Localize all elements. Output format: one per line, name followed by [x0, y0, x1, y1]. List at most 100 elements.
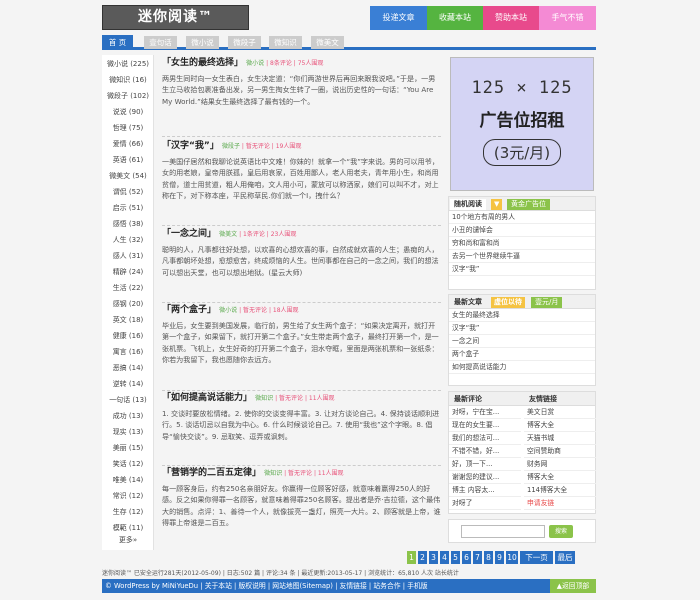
- next-page-button[interactable]: 下一页: [520, 551, 553, 564]
- nav-one-sentence[interactable]: 壹句话: [144, 36, 177, 49]
- list-item[interactable]: 10个地方有周的男人: [449, 211, 595, 224]
- page-link[interactable]: 6: [462, 551, 471, 564]
- site-logo[interactable]: 迷你阅读™: [102, 5, 249, 30]
- tab-gold-ad[interactable]: 黄金广告位: [507, 199, 550, 210]
- category-link[interactable]: 微段子 (102): [102, 91, 154, 101]
- category-link[interactable]: 感钢 (20): [102, 299, 154, 309]
- back-to-top-button[interactable]: ▲返回顶部: [550, 579, 596, 593]
- comment-item[interactable]: 博主 内容太...: [449, 484, 521, 497]
- list-item[interactable]: 如何提高说话能力: [449, 361, 595, 374]
- post-title[interactable]: 「两个盒子」 微小说 | 暂无评论 | 18人围观: [162, 304, 441, 317]
- page-link[interactable]: 7: [473, 551, 482, 564]
- category-link[interactable]: 精辟 (24): [102, 267, 154, 277]
- post-title[interactable]: 「如何提高说话能力」 微知识 | 暂无评论 | 11人围观: [162, 392, 441, 405]
- category-link[interactable]: 感悟 (38): [102, 219, 154, 229]
- page-link[interactable]: 2: [418, 551, 427, 564]
- page-link-current[interactable]: 1: [407, 551, 416, 564]
- post-title[interactable]: 「汉字“我”」 微段子 | 暂无评论 | 19人围观: [162, 140, 441, 153]
- nav-micro-prose[interactable]: 微美文: [311, 36, 344, 49]
- category-link[interactable]: 现实 (13): [102, 427, 154, 437]
- post-title[interactable]: 「营销学的二百五定律」 微知识 | 暂无评论 | 11人围观: [162, 467, 441, 480]
- category-link[interactable]: 常识 (12): [102, 491, 154, 501]
- category-link[interactable]: 寓言 (16): [102, 347, 154, 357]
- post-comments[interactable]: 暂无评论: [279, 395, 303, 402]
- comment-item[interactable]: 现在的女生要...: [449, 419, 521, 432]
- page-link[interactable]: 5: [451, 551, 460, 564]
- page-link[interactable]: 3: [429, 551, 438, 564]
- comment-item[interactable]: 对呀了: [449, 497, 521, 510]
- category-link[interactable]: 爱情 (66): [102, 139, 154, 149]
- post-comments[interactable]: 暂无评论: [243, 307, 267, 314]
- list-item[interactable]: 女生的最终选择: [449, 309, 595, 322]
- search-button[interactable]: 搜索: [549, 525, 573, 538]
- category-link[interactable]: 一句话 (13): [102, 395, 154, 405]
- post-category[interactable]: 微知识: [255, 395, 273, 402]
- category-link[interactable]: 健康 (16): [102, 331, 154, 341]
- category-link[interactable]: 成功 (13): [102, 411, 154, 421]
- post-comments[interactable]: 暂无评论: [246, 143, 270, 150]
- category-link[interactable]: 微小说 (225): [102, 59, 154, 69]
- ad-banner[interactable]: 125 × 125 广告位招租 (3元/月): [450, 57, 594, 191]
- footer-links[interactable]: © WordPress by MiNiYueDu | 关于本站 | 版权说明 |…: [105, 582, 428, 590]
- list-item[interactable]: 去另一个世界继续牛逼: [449, 250, 595, 263]
- comment-item[interactable]: 好，顶一下...: [449, 458, 521, 471]
- category-link[interactable]: 恶搞 (14): [102, 363, 154, 373]
- post-category[interactable]: 微美文: [219, 231, 237, 238]
- more-categories-link[interactable]: 更多»: [102, 535, 154, 545]
- list-item[interactable]: 一念之间: [449, 335, 595, 348]
- category-link[interactable]: 英文 (18): [102, 315, 154, 325]
- category-link[interactable]: 感人 (31): [102, 251, 154, 261]
- category-link[interactable]: 生存 (12): [102, 507, 154, 517]
- post-category[interactable]: 微小说: [219, 307, 237, 314]
- ad-price-badge[interactable]: 壹元/月: [531, 297, 563, 308]
- post-comments[interactable]: 8条评论: [270, 60, 292, 67]
- friend-link[interactable]: 天猫书城: [524, 432, 596, 445]
- category-link[interactable]: 唯美 (14): [102, 475, 154, 485]
- tab-random-read[interactable]: 随机阅读: [450, 199, 486, 210]
- comment-item[interactable]: 不错不错，好...: [449, 445, 521, 458]
- last-page-button[interactable]: 最后: [555, 551, 575, 564]
- nav-micro-knowledge[interactable]: 微知识: [269, 36, 302, 49]
- vacant-ad-badge[interactable]: 虚位以待: [491, 297, 525, 308]
- feeling-lucky-button[interactable]: 手气不错: [539, 6, 596, 30]
- nav-home[interactable]: 首 页: [102, 35, 133, 50]
- friend-link[interactable]: 美文日赏: [524, 406, 596, 419]
- friend-link[interactable]: 财务网: [524, 458, 596, 471]
- friend-link[interactable]: 博客大全: [524, 419, 596, 432]
- friend-link[interactable]: 114博客大全: [524, 484, 596, 497]
- list-item[interactable]: 汉字“我”: [449, 263, 595, 276]
- list-item[interactable]: 汉字“我”: [449, 322, 595, 335]
- category-link[interactable]: 笑话 (12): [102, 459, 154, 469]
- category-link[interactable]: 说说 (90): [102, 107, 154, 117]
- post-title[interactable]: 「女生的最终选择」 微小说 | 8条评论 | 75人围观: [162, 57, 441, 70]
- nav-micro-novel[interactable]: 微小说: [186, 36, 219, 49]
- category-link[interactable]: 模範 (11): [102, 523, 154, 533]
- friend-link[interactable]: 空间赞助商: [524, 445, 596, 458]
- comment-item[interactable]: 谢谢您的建议...: [449, 471, 521, 484]
- post-category[interactable]: 微知识: [264, 470, 282, 477]
- comment-item[interactable]: 对呀，宁在宝...: [449, 406, 521, 419]
- bookmark-site-button[interactable]: 收藏本站: [427, 6, 483, 30]
- page-link[interactable]: 8: [484, 551, 493, 564]
- category-link[interactable]: 人生 (32): [102, 235, 154, 245]
- nav-micro-jokes[interactable]: 微段子: [228, 36, 261, 49]
- post-comments[interactable]: 1条评论: [243, 231, 265, 238]
- list-item[interactable]: 小丑的谴悼会: [449, 224, 595, 237]
- list-item[interactable]: 两个盒子: [449, 348, 595, 361]
- submit-article-button[interactable]: 投递文章: [370, 6, 427, 30]
- category-link[interactable]: 微美文 (54): [102, 171, 154, 181]
- category-link[interactable]: 哲理 (75): [102, 123, 154, 133]
- search-input[interactable]: [461, 525, 545, 538]
- category-link[interactable]: 微知识 (16): [102, 75, 154, 85]
- category-link[interactable]: 逆转 (14): [102, 379, 154, 389]
- post-category[interactable]: 微段子: [222, 143, 240, 150]
- sponsor-site-button[interactable]: 赞助本站: [483, 6, 539, 30]
- category-link[interactable]: 生活 (22): [102, 283, 154, 293]
- friend-link[interactable]: 博客大全: [524, 471, 596, 484]
- post-category[interactable]: 微小说: [246, 60, 264, 67]
- list-item[interactable]: 穷和尚和富和尚: [449, 237, 595, 250]
- post-comments[interactable]: 暂无评论: [288, 470, 312, 477]
- page-link[interactable]: 10: [506, 551, 518, 564]
- post-title[interactable]: 「一念之间」 微美文 | 1条评论 | 23人围观: [162, 228, 441, 241]
- page-link[interactable]: 9: [495, 551, 504, 564]
